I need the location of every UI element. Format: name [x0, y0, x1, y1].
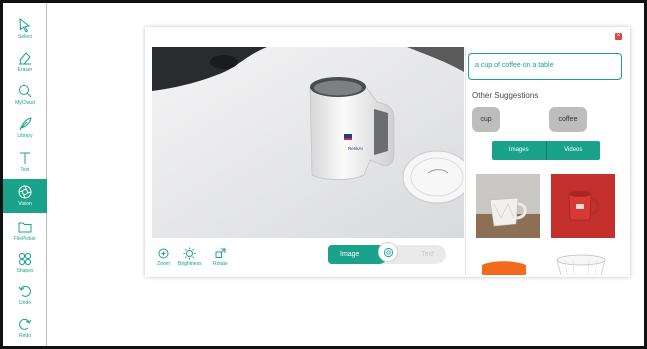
- result-thumbnail-white-cup[interactable]: [476, 174, 540, 238]
- toggle-knob[interactable]: [378, 242, 398, 262]
- tool-undo-label: Undo: [19, 300, 31, 306]
- tool-select[interactable]: Select: [3, 17, 47, 47]
- tool-eraser-label: Eraser: [17, 67, 33, 73]
- captured-photo: RenkAI: [152, 47, 464, 238]
- tool-shapes-label: Shapes: [16, 268, 34, 274]
- result-image: [551, 174, 615, 238]
- tool-filepicker-label: FilePicker: [14, 236, 36, 242]
- tool-mycloud-label: MyCloud: [15, 100, 35, 106]
- eraser-icon: [19, 52, 31, 65]
- zoom-label: Zoom: [157, 261, 170, 267]
- tool-redo-label: Redo: [19, 333, 31, 339]
- result-thumbnail-clear-cup[interactable]: [551, 254, 615, 275]
- tool-library[interactable]: Library: [3, 116, 47, 146]
- text-toggle-option[interactable]: Text: [421, 245, 434, 264]
- brightness-icon: [183, 247, 196, 260]
- tool-filepicker[interactable]: FilePicker: [3, 219, 47, 249]
- tool-shapes[interactable]: Shapes: [3, 251, 47, 281]
- rotate-label: Rotate: [213, 261, 228, 267]
- suggestion-chip-cup[interactable]: cup: [472, 107, 500, 132]
- rotate-control[interactable]: Rotate: [213, 247, 228, 267]
- redo-icon: [19, 318, 32, 330]
- brightness-control[interactable]: Brightness: [178, 247, 202, 267]
- result-thumbnail-orange-mug[interactable]: [476, 259, 540, 275]
- aperture-icon: [383, 247, 393, 257]
- zoom-icon: [158, 248, 169, 259]
- tool-vision[interactable]: Vision: [3, 179, 47, 213]
- svg-text:RenkAI: RenkAI: [348, 146, 363, 151]
- image-controls-bar: Zoom Brightness Rotate Image Text: [152, 239, 464, 275]
- close-button[interactable]: ×: [615, 33, 622, 40]
- undo-icon: [18, 285, 31, 297]
- aperture-icon: [18, 185, 32, 199]
- tool-library-label: Library: [17, 133, 33, 139]
- other-suggestions-title: Other Suggestions: [472, 91, 539, 100]
- folder-icon: [18, 222, 32, 233]
- result-image: [476, 259, 540, 275]
- zoom-control[interactable]: Zoom: [157, 247, 170, 267]
- tool-undo[interactable]: Undo: [3, 283, 47, 313]
- tool-text-label: Text: [20, 167, 30, 173]
- media-type-tabs: Images Videos: [492, 141, 600, 160]
- suggestion-chip-coffee[interactable]: coffee: [549, 107, 587, 132]
- tool-mycloud[interactable]: MyCloud: [3, 83, 47, 113]
- tool-text[interactable]: Text: [3, 150, 47, 180]
- result-image: [551, 254, 615, 275]
- tool-eraser[interactable]: Eraser: [3, 50, 47, 80]
- tool-vision-label: Vision: [18, 201, 32, 207]
- shapes-icon: [18, 252, 32, 266]
- result-image: [476, 174, 540, 238]
- feather-icon: [19, 117, 32, 131]
- cursor-icon: [19, 17, 31, 33]
- tool-redo[interactable]: Redo: [3, 316, 47, 346]
- tool-sidebar: Select Eraser MyCloud Library Text Visio…: [3, 3, 47, 346]
- tab-images[interactable]: Images: [492, 141, 546, 160]
- suggestions-panel: a cup of coffee on a table Other Suggest…: [465, 47, 625, 275]
- caption-search-input[interactable]: a cup of coffee on a table: [468, 53, 622, 80]
- tool-select-label: Select: [18, 34, 32, 40]
- photo-scene: RenkAI: [152, 47, 464, 238]
- result-thumbnail-red-mug[interactable]: [551, 174, 615, 238]
- rotate-icon: [215, 248, 226, 258]
- tab-videos[interactable]: Videos: [545, 141, 601, 160]
- brightness-label: Brightness: [178, 261, 202, 267]
- image-text-toggle[interactable]: Image Text: [328, 242, 446, 264]
- search-icon: [19, 85, 32, 98]
- vision-panel: × RenkAI Zoom Brightness Rotate Image Te…: [145, 27, 630, 277]
- text-icon: [20, 152, 30, 164]
